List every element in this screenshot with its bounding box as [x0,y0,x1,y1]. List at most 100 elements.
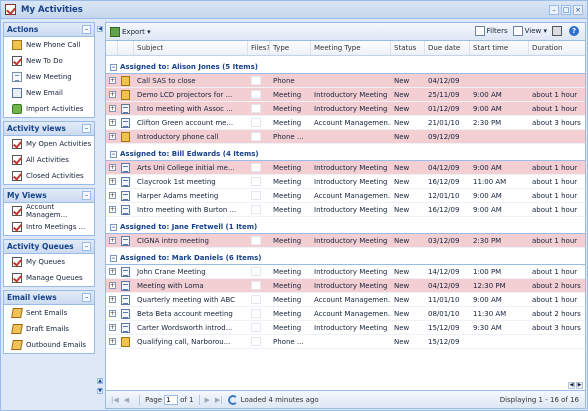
column-header-files[interactable]: Files? [248,41,270,55]
expand-row-icon[interactable]: + [109,268,116,275]
table-row[interactable]: + Arts Uni College initial me... Meeting In… [106,161,585,175]
sidebar-item[interactable]: Draft Emails [4,321,94,337]
expand-cell[interactable]: + [106,175,118,188]
sidebar-item[interactable]: All Activities [4,152,94,168]
sidebar-section-header[interactable]: Activity Queues – [4,240,94,254]
scroll-left-icon[interactable]: ◀ [568,382,575,389]
expand-cell[interactable]: + [106,130,118,143]
expand-cell[interactable]: + [106,116,118,129]
subject-cell[interactable]: Quarterly meeting with ABC [134,293,248,306]
subject-cell[interactable]: Claycrook 1st meeting [134,175,248,188]
group-header[interactable]: – Assigned to: Bill Edwards (4 Items) [106,144,585,161]
export-button[interactable]: Export ▾ [110,26,151,37]
table-row[interactable]: + Claycrook 1st meeting Meeting Introductor… [106,175,585,189]
page-number-input[interactable] [164,394,179,405]
subject-cell[interactable]: Clifton Green account me... [134,116,248,129]
column-header-type[interactable]: Type [270,41,311,55]
scroll-up-icon[interactable]: ▲ [97,378,103,384]
collapse-group-icon[interactable]: – [110,151,117,158]
table-row[interactable]: + Clifton Green account me... Meeting Accou… [106,116,585,130]
expand-cell[interactable]: + [106,307,118,320]
subject-cell[interactable]: John Crane Meeting [134,265,248,278]
expand-row-icon[interactable]: + [109,310,116,317]
group-header[interactable]: – Assigned to: Jane Fretwell (1 Item) [106,217,585,234]
expand-cell[interactable]: + [106,321,118,334]
next-page-icon[interactable]: ▶ [205,396,210,404]
collapse-sidebar-icon[interactable]: ◀ [97,26,103,32]
sidebar-section-header[interactable]: Actions – [4,23,94,37]
table-row[interactable]: + Demo LCD projectors for ... Meeting Intro… [106,88,585,102]
expand-cell[interactable]: + [106,293,118,306]
subject-cell[interactable]: Arts Uni College initial me... [134,161,248,174]
last-page-icon[interactable]: ▶| [215,396,223,404]
expand-cell[interactable]: + [106,88,118,101]
sidebar-item[interactable]: Import Activities [4,101,94,117]
expand-row-icon[interactable]: + [109,178,116,185]
subject-cell[interactable]: CIGNA intro meeting [134,234,248,247]
maximize-button[interactable]: □ [561,5,571,15]
subject-cell[interactable]: Call SAS to close [134,74,248,87]
expand-row-icon[interactable]: + [109,237,116,244]
expand-cell[interactable]: + [106,189,118,202]
sidebar-section-header[interactable]: Activity views – [4,122,94,136]
collapse-icon[interactable]: – [82,242,91,251]
help-button[interactable]: ? [569,26,581,36]
expand-row-icon[interactable]: + [109,324,116,331]
sidebar-section-header[interactable]: My Views – [4,189,94,203]
sidebar-item[interactable]: Account Managem... [4,203,94,219]
prev-page-icon[interactable]: ◀ [124,396,129,404]
expand-cell[interactable]: + [106,74,118,87]
expand-cell[interactable]: + [106,234,118,247]
collapse-group-icon[interactable]: – [110,224,117,231]
first-page-icon[interactable]: |◀ [111,396,119,404]
expand-row-icon[interactable]: + [109,77,116,84]
expand-row-icon[interactable]: + [109,133,116,140]
sidebar-splitter[interactable]: ◀ ▲ ▼ [96,22,104,409]
collapse-icon[interactable]: – [82,191,91,200]
collapse-group-icon[interactable]: – [110,64,117,71]
column-header-status[interactable]: Status [391,41,425,55]
table-row[interactable]: + CIGNA intro meeting Meeting Introductory … [106,234,585,248]
subject-cell[interactable]: Carter Wordsworth introd... [134,321,248,334]
sidebar-item[interactable]: Outbound Emails [4,337,94,353]
scroll-down-icon[interactable]: ▼ [97,388,103,394]
sidebar-item[interactable]: Intro Meetings ... [4,219,94,235]
expand-cell[interactable]: + [106,265,118,278]
scroll-right-icon[interactable]: ▶ [576,382,583,389]
sidebar-item[interactable]: New Meeting [4,69,94,85]
expand-row-icon[interactable]: + [109,105,116,112]
table-row[interactable]: + Intro meeting with Assoc ... Meeting Intr… [106,102,585,116]
sidebar-item[interactable]: My Queues [4,254,94,270]
expand-row-icon[interactable]: + [109,206,116,213]
print-button[interactable] [552,26,564,36]
collapse-group-icon[interactable]: – [110,255,117,262]
sidebar-item[interactable]: My Open Activities [4,136,94,152]
sidebar-item[interactable]: Manage Queues [4,270,94,286]
collapse-icon[interactable]: – [82,25,91,34]
subject-cell[interactable]: Demo LCD projectors for ... [134,88,248,101]
collapse-icon[interactable]: – [82,124,91,133]
window-titlebar[interactable]: My Activities – □ × [1,1,587,19]
table-row[interactable]: + Quarterly meeting with ABC Meeting Accoun… [106,293,585,307]
expand-cell[interactable]: + [106,279,118,292]
expand-row-icon[interactable]: + [109,91,116,98]
group-header[interactable]: – Assigned to: Alison Jones (5 Items) [106,57,585,74]
expand-cell[interactable]: + [106,203,118,216]
view-button[interactable]: View ▾ [512,26,547,36]
expand-row-icon[interactable]: + [109,119,116,126]
table-row[interactable]: + Meeting with Loma Meeting Introductory Me… [106,279,585,293]
subject-cell[interactable]: Harper Adams meeting [134,189,248,202]
filters-button[interactable]: Filters [474,26,508,36]
subject-cell[interactable]: Introductory phone call [134,130,248,143]
horizontal-scrollbar[interactable]: ◀ ▶ [106,382,585,390]
sidebar-item[interactable]: New Email [4,85,94,101]
column-header-subject[interactable]: Subject [134,41,248,55]
expand-row-icon[interactable]: + [109,164,116,171]
column-header-duration[interactable]: Duration [529,41,585,55]
expand-cell[interactable]: + [106,335,118,348]
subject-cell[interactable]: Intro meeting with Burton ... [134,203,248,216]
column-header-start-time[interactable]: Start time [470,41,529,55]
expand-cell[interactable]: + [106,102,118,115]
collapse-icon[interactable]: – [82,293,91,302]
expand-row-icon[interactable]: + [109,296,116,303]
